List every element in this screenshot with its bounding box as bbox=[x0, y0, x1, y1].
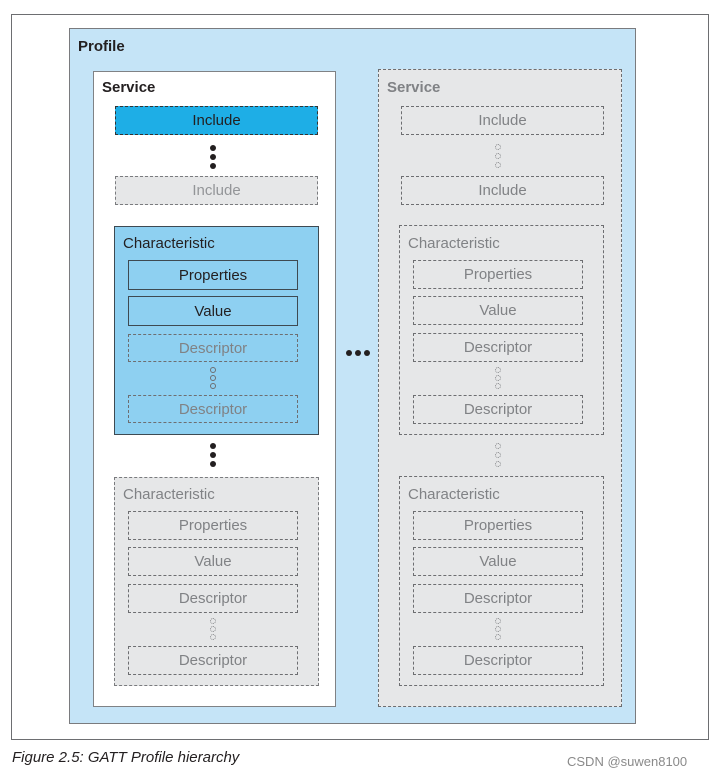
ellipsis-dot bbox=[364, 350, 370, 356]
ellipsis-dot bbox=[210, 443, 216, 449]
ellipsis-dot bbox=[495, 162, 501, 168]
ellipsis-dot bbox=[495, 618, 501, 624]
descriptor-box: Descriptor bbox=[128, 646, 298, 675]
ellipsis-dot bbox=[210, 163, 216, 169]
ellipsis-dot bbox=[210, 618, 216, 624]
characteristic-secondary-label: Characteristic bbox=[123, 486, 215, 503]
service-primary-label: Service bbox=[102, 79, 156, 96]
ellipsis-dot bbox=[495, 153, 501, 159]
characteristic-label: Characteristic bbox=[408, 486, 500, 503]
profile-label: Profile bbox=[78, 38, 125, 55]
service-secondary-label: Service bbox=[387, 79, 441, 96]
characteristic-primary-label: Characteristic bbox=[123, 235, 215, 252]
value-box: Value bbox=[413, 547, 583, 576]
ellipsis-dot bbox=[495, 443, 501, 449]
ellipsis-dot bbox=[210, 461, 216, 467]
characteristic-label: Characteristic bbox=[408, 235, 500, 252]
value-box: Value bbox=[128, 547, 298, 576]
ellipsis-dot bbox=[210, 634, 216, 640]
ellipsis-dot bbox=[346, 350, 352, 356]
descriptor-box: Descriptor bbox=[128, 334, 298, 362]
properties-box: Properties bbox=[128, 260, 298, 290]
descriptor-box: Descriptor bbox=[128, 395, 298, 423]
properties-box: Properties bbox=[413, 511, 583, 540]
ellipsis-dot bbox=[210, 383, 216, 389]
ellipsis-dot bbox=[210, 375, 216, 381]
ellipsis-dot bbox=[495, 626, 501, 632]
include-box: Include bbox=[401, 176, 604, 205]
ellipsis-dot bbox=[210, 367, 216, 373]
value-box: Value bbox=[413, 296, 583, 325]
ellipsis-dot bbox=[355, 350, 361, 356]
ellipsis-dot bbox=[210, 626, 216, 632]
value-box: Value bbox=[128, 296, 298, 326]
ellipsis-dot bbox=[495, 144, 501, 150]
descriptor-box: Descriptor bbox=[413, 333, 583, 362]
properties-box: Properties bbox=[128, 511, 298, 540]
descriptor-box: Descriptor bbox=[128, 584, 298, 613]
figure-caption: Figure 2.5: GATT Profile hierarchy bbox=[12, 749, 240, 766]
include-inactive: Include bbox=[115, 176, 318, 205]
properties-box: Properties bbox=[413, 260, 583, 289]
ellipsis-dot bbox=[210, 145, 216, 151]
include-active: Include bbox=[115, 106, 318, 135]
include-box: Include bbox=[401, 106, 604, 135]
ellipsis-dot bbox=[495, 383, 501, 389]
descriptor-box: Descriptor bbox=[413, 395, 583, 424]
descriptor-box: Descriptor bbox=[413, 646, 583, 675]
ellipsis-dot bbox=[210, 452, 216, 458]
descriptor-box: Descriptor bbox=[413, 584, 583, 613]
ellipsis-dot bbox=[495, 452, 501, 458]
watermark: CSDN @suwen8100 bbox=[567, 754, 688, 769]
ellipsis-dot bbox=[495, 461, 501, 467]
ellipsis-dot bbox=[495, 375, 501, 381]
ellipsis-dot bbox=[495, 634, 501, 640]
ellipsis-dot bbox=[495, 367, 501, 373]
ellipsis-dot bbox=[210, 154, 216, 160]
